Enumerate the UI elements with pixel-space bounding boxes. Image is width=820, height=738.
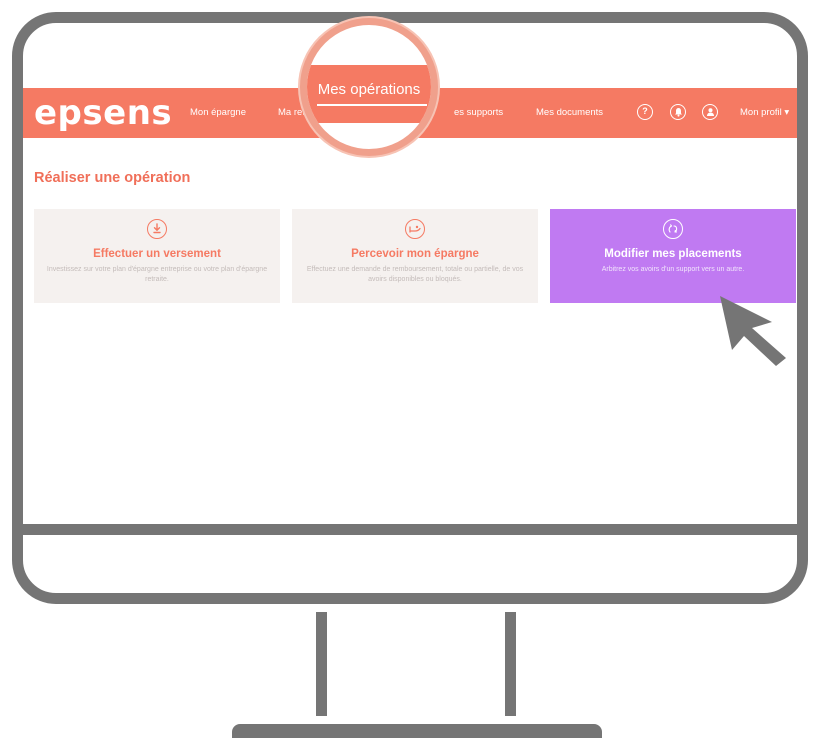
card-description: Investissez sur votre plan d'épargne ent… xyxy=(46,266,268,283)
bell-icon[interactable] xyxy=(670,104,686,120)
nav-item-mes-documents[interactable]: Mes documents xyxy=(536,88,603,138)
chevron-down-icon: ▾ xyxy=(784,107,790,118)
card-title: Modifier mes placements xyxy=(604,248,742,260)
active-tab-underline xyxy=(317,104,427,106)
monitor-stand-left xyxy=(316,612,327,716)
user-icon[interactable] xyxy=(702,104,718,120)
nav-item-mon-epargne[interactable]: Mon épargne xyxy=(190,88,246,138)
monitor-stand-base xyxy=(232,724,602,738)
nav-item-mes-operations[interactable]: Mes opérations xyxy=(307,81,431,98)
logo[interactable]: epsens xyxy=(34,88,172,138)
card-title: Effectuer un versement xyxy=(93,248,221,260)
card-description: Arbitrez vos avoirs d'un support vers un… xyxy=(601,266,745,273)
monitor-stand-right xyxy=(505,612,516,716)
nav-item-mes-supports[interactable]: es supports xyxy=(454,88,503,138)
page-title: Réaliser une opération xyxy=(34,170,191,186)
help-icon[interactable]: ? xyxy=(637,104,653,120)
magnifier-callout: Mes opérations xyxy=(300,18,438,156)
card-description: Effectuez une demande de remboursement, … xyxy=(306,266,524,283)
card-effectuer-versement[interactable]: Effectuer un versement Investissez sur v… xyxy=(34,209,280,303)
profile-menu[interactable]: Mon profil ▾ xyxy=(740,88,789,138)
monitor-chin-divider xyxy=(23,524,797,535)
receive-money-icon xyxy=(405,219,425,239)
profile-label: Mon profil xyxy=(740,107,782,118)
mouse-cursor-icon xyxy=(720,296,786,366)
download-icon xyxy=(147,219,167,239)
card-title: Percevoir mon épargne xyxy=(351,248,479,260)
card-percevoir-epargne[interactable]: Percevoir mon épargne Effectuez une dema… xyxy=(292,209,538,303)
arbitrage-icon xyxy=(663,219,683,239)
